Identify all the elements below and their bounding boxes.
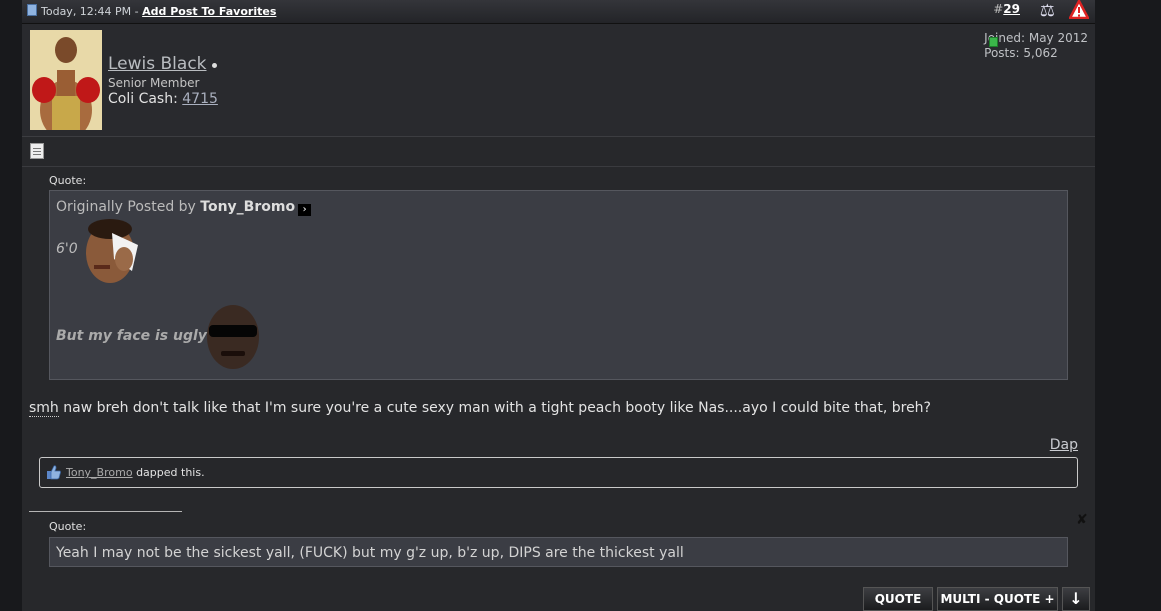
signature-divider: [29, 511, 182, 512]
quote-label: Quote:: [49, 174, 87, 187]
wiping-face-emoji-icon: [86, 219, 138, 283]
close-icon[interactable]: ✘: [1076, 512, 1088, 528]
username-link[interactable]: Lewis Black: [108, 54, 207, 74]
post-message: smh naw breh don't talk like that I'm su…: [29, 400, 931, 417]
scroll-down-button[interactable]: ↓: [1062, 587, 1090, 611]
quote-attribution: Originally Posted by Tony_Bromo ›: [56, 199, 312, 216]
warning-icon[interactable]: [1069, 0, 1089, 19]
header-separator: -: [131, 5, 143, 18]
smh-abbr: smh: [29, 400, 59, 417]
joined-date: Joined: May 2012: [984, 31, 1088, 45]
post-icon: [27, 4, 37, 16]
post-doc-icon: [30, 143, 44, 159]
quote-line-1: 6'0: [56, 241, 78, 257]
user-avatar[interactable]: [30, 30, 102, 130]
user-info-panel: Lewis Black Senior Member Coli Cash: 471…: [22, 24, 1095, 137]
thumbs-up-icon: [47, 465, 61, 480]
add-to-favorites-link[interactable]: Add Post To Favorites: [142, 5, 276, 18]
reputation-icon[interactable]: [989, 37, 998, 47]
quote-author: Tony_Bromo: [200, 199, 296, 215]
post-timestamp: Today, 12:44 PM: [41, 5, 132, 18]
post-number: #29: [993, 2, 1020, 16]
divider: [22, 166, 1095, 167]
post-header-left: Today, 12:44 PM - Add Post To Favorites: [27, 4, 276, 18]
quote-block: Originally Posted by Tony_Bromo › 6'0 But…: [49, 190, 1068, 380]
post-number-link[interactable]: 29: [1003, 2, 1020, 16]
multi-quote-button-label: MULTI - QUOTE +: [940, 592, 1055, 606]
arrow-down-icon: ↓: [1069, 589, 1083, 608]
signature-quote-block: Yeah I may not be the sickest yall, (FUC…: [49, 537, 1068, 567]
multi-quote-button[interactable]: MULTI - QUOTE +: [937, 587, 1058, 611]
dap-entry: Tony_Bromo dapped this.: [66, 466, 205, 479]
coli-cash-value[interactable]: 4715: [182, 91, 218, 107]
dap-user-link[interactable]: Tony_Bromo: [66, 466, 133, 479]
scale-icon[interactable]: ⚖: [1040, 1, 1055, 21]
coli-cash-label: Coli Cash:: [108, 91, 183, 107]
dap-list: Tony_Bromo dapped this.: [39, 457, 1078, 488]
view-post-arrow-icon[interactable]: ›: [298, 204, 312, 216]
quote-button[interactable]: QUOTE: [863, 587, 933, 611]
quote-button-label: QUOTE: [874, 592, 922, 606]
originally-posted-label: Originally Posted by: [56, 199, 201, 215]
forum-post: Today, 12:44 PM - Add Post To Favorites …: [22, 0, 1095, 611]
post-header: Today, 12:44 PM - Add Post To Favorites …: [22, 0, 1095, 24]
quote-line-2: But my face is ugly: [56, 328, 207, 344]
signature-quote-label: Quote:: [49, 520, 87, 533]
user-title: Senior Member: [108, 76, 200, 90]
post-number-prefix: #: [993, 2, 1004, 16]
dap-suffix: dapped this.: [132, 466, 205, 479]
post-count: Posts: 5,062: [984, 46, 1058, 60]
dap-button[interactable]: Dap: [1050, 437, 1078, 453]
sunglasses-face-emoji-icon: [207, 305, 259, 369]
online-dot-icon: [212, 63, 217, 68]
signature-quote-text: Yeah I may not be the sickest yall, (FUC…: [56, 545, 684, 561]
coli-cash: Coli Cash: 4715: [108, 91, 218, 107]
user-stats: Joined: May 2012 Posts: 5,062: [984, 31, 1088, 61]
post-message-text: naw breh don't talk like that I'm sure y…: [58, 400, 931, 416]
